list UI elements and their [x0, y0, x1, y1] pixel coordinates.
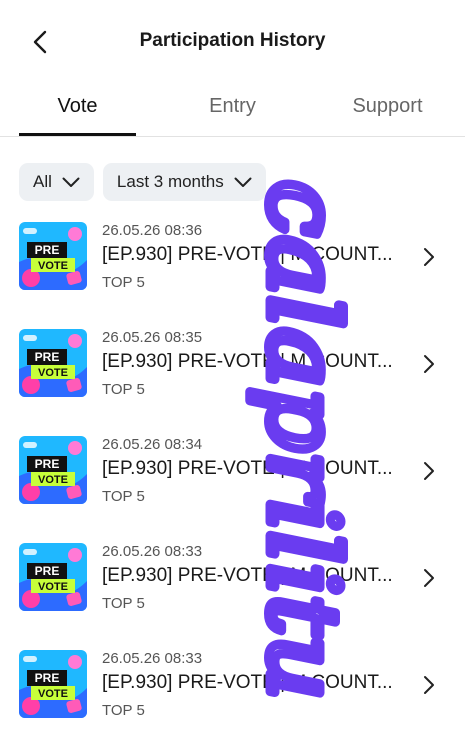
item-title: [EP.930] PRE-VOTE | M COUNT... — [102, 458, 393, 479]
thumb-text-pre: PRE — [35, 457, 60, 471]
filter-all-dropdown[interactable]: All — [19, 163, 94, 201]
item-date: 26.05.26 08:33 — [102, 543, 203, 560]
item-title: [EP.930] PRE-VOTE | M COUNT... — [102, 672, 393, 693]
thumb-text-pre: PRE — [35, 671, 60, 685]
item-rank: TOP 5 — [102, 702, 145, 719]
vote-thumbnail: PRE VOTE — [19, 329, 87, 397]
tab-bar: Vote Entry Support — [0, 84, 465, 137]
filter-period-dropdown[interactable]: Last 3 months — [102, 163, 266, 201]
thumb-text-vote: VOTE — [38, 474, 68, 486]
vote-thumbnail: PRE VOTE — [19, 436, 87, 504]
thumb-text-pre: PRE — [35, 564, 60, 578]
vote-history-list: PRE VOTE 26.05.26 08:36 [EP.930] PRE-VOT… — [0, 220, 465, 748]
thumb-text-pre: PRE — [35, 350, 60, 364]
vote-thumbnail: PRE VOTE — [19, 222, 87, 290]
tab-entry[interactable]: Entry — [155, 84, 310, 136]
page-title: Participation History — [139, 30, 326, 51]
list-item[interactable]: PRE VOTE 26.05.26 08:33 [EP.930] PRE-VOT… — [0, 648, 465, 748]
tab-vote[interactable]: Vote — [0, 84, 155, 136]
thumb-text-vote: VOTE — [38, 581, 68, 593]
chevron-right-icon — [424, 248, 434, 266]
item-title: [EP.930] PRE-VOTE | M COUNT... — [102, 565, 393, 586]
chevron-down-icon — [234, 177, 252, 187]
chevron-right-icon — [424, 569, 434, 587]
vote-thumbnail: PRE VOTE — [19, 650, 87, 718]
chevron-down-icon — [62, 177, 80, 187]
thumb-text-vote: VOTE — [38, 688, 68, 700]
tab-label: Vote — [57, 95, 98, 117]
list-item[interactable]: PRE VOTE 26.05.26 08:34 [EP.930] PRE-VOT… — [0, 434, 465, 541]
filter-label: All — [33, 172, 52, 191]
tab-label: Support — [352, 95, 423, 117]
tab-support[interactable]: Support — [310, 84, 465, 136]
item-rank: TOP 5 — [102, 381, 145, 398]
list-item[interactable]: PRE VOTE 26.05.26 08:33 [EP.930] PRE-VOT… — [0, 541, 465, 648]
item-rank: TOP 5 — [102, 595, 145, 612]
item-date: 26.05.26 08:34 — [102, 436, 203, 453]
thumb-text-vote: VOTE — [38, 260, 68, 272]
item-date: 26.05.26 08:33 — [102, 650, 203, 667]
tab-active-indicator — [19, 133, 136, 136]
filter-label: Last 3 months — [116, 172, 224, 191]
item-title: [EP.930] PRE-VOTE | M COUNT... — [102, 244, 393, 265]
thumb-text-pre: PRE — [35, 243, 60, 257]
vote-thumbnail: PRE VOTE — [19, 543, 87, 611]
chevron-right-icon — [424, 462, 434, 480]
item-rank: TOP 5 — [102, 488, 145, 505]
item-title: [EP.930] PRE-VOTE | M COUNT... — [102, 351, 393, 372]
tab-label: Entry — [209, 95, 256, 117]
chevron-right-icon — [424, 676, 434, 694]
filter-bar: All Last 3 months — [19, 163, 266, 201]
item-date: 26.05.26 08:35 — [102, 329, 203, 346]
list-item[interactable]: PRE VOTE 26.05.26 08:36 [EP.930] PRE-VOT… — [0, 220, 465, 327]
item-date: 26.05.26 08:36 — [102, 222, 203, 239]
thumb-text-vote: VOTE — [38, 367, 68, 379]
chevron-right-icon — [424, 355, 434, 373]
header: Participation History — [0, 0, 465, 84]
list-item[interactable]: PRE VOTE 26.05.26 08:35 [EP.930] PRE-VOT… — [0, 327, 465, 434]
item-rank: TOP 5 — [102, 274, 145, 291]
